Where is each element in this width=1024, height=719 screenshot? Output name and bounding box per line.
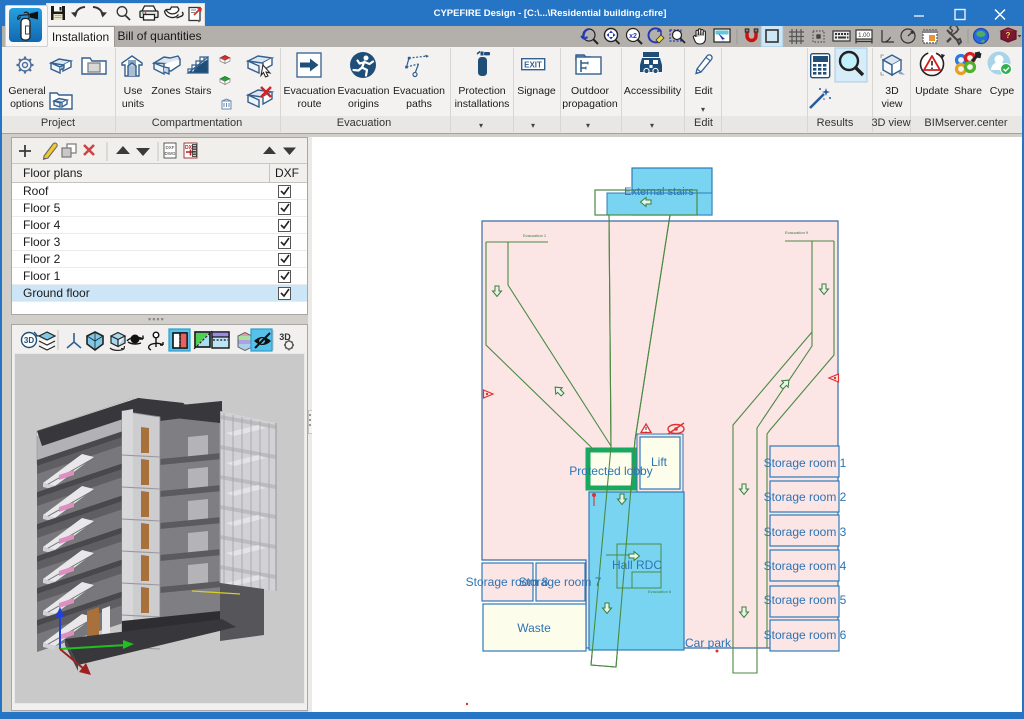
svg-text:EXIT: EXIT bbox=[524, 61, 542, 70]
svg-text:x2: x2 bbox=[629, 33, 637, 40]
svg-text:?: ? bbox=[1006, 31, 1011, 40]
svg-text:DXF: DXF bbox=[166, 145, 175, 150]
svg-text:3D: 3D bbox=[24, 336, 34, 345]
svg-text:DWG: DWG bbox=[165, 151, 176, 156]
svg-text:1.00: 1.00 bbox=[858, 33, 870, 39]
